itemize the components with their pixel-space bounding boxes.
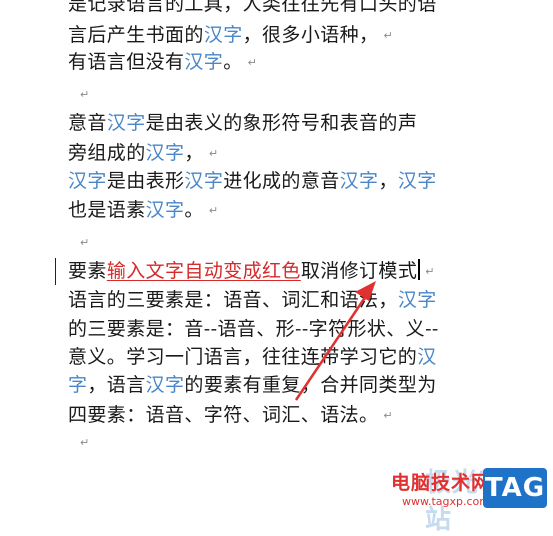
tag-logo: TAG <box>483 468 547 508</box>
text-run: 也是语素 <box>68 199 146 221</box>
empty-paragraph-mark-icon: ↵ <box>80 88 90 101</box>
text-run: 有语言但没有 <box>68 51 185 73</box>
highlighted-term: 汉字 <box>339 170 379 192</box>
text-run: 意音 <box>68 112 107 134</box>
tracked-insertion: 输入文字自动变成红色 <box>106 260 301 282</box>
text-line[interactable]: 意音汉字是由表义的象形符号和表音的声 <box>68 110 417 136</box>
text-run: 言后产生书面的 <box>68 24 204 46</box>
text-line[interactable]: 要素输入文字自动变成红色取消修订模式 ↵ <box>68 258 434 284</box>
text-run: ， <box>378 170 398 192</box>
empty-paragraph-mark-icon: ↵ <box>80 436 90 449</box>
highlighted-term: 汉字 <box>184 170 224 192</box>
text-run: 的三要素是：音--语音、形--字符形状、义-- <box>68 318 439 340</box>
paragraph-mark-icon: ↵ <box>208 147 219 160</box>
text-run: 旁组成的 <box>68 142 146 164</box>
text-line[interactable]: 有语言但没有汉字。 ↵ <box>68 49 257 75</box>
empty-paragraph-mark-icon: ↵ <box>80 236 90 249</box>
highlighted-term: 汉字 <box>397 170 437 192</box>
paragraph-mark-icon: ↵ <box>247 56 257 69</box>
text-line[interactable]: 语言的三要素是：语音、词汇和语法，汉字 <box>68 287 437 313</box>
document-page[interactable]: 是记录语言的工具，人类往往先有口头的语 言后产生书面的汉字，很多小语种， ↵ 有语言但… <box>0 0 553 513</box>
text-line[interactable]: 汉字是由表形汉字进化成的意音汉字，汉字 <box>68 168 437 194</box>
text-line[interactable]: 四要素：语音、字符、词汇、语法。 ↵ <box>68 402 393 428</box>
highlighted-term: 汉字 <box>184 51 224 73</box>
text-run: ，语言 <box>87 374 146 396</box>
highlighted-term: 汉字 <box>145 374 185 396</box>
paragraph-mark-icon: ↵ <box>383 409 393 422</box>
text-line[interactable]: 是记录语言的工具，人类往往先有口头的语 <box>68 0 437 17</box>
highlighted-term: 汉字 <box>397 289 437 311</box>
text-run: 。 <box>184 199 204 221</box>
text-run: 是由表义的象形符号和表音的声 <box>145 112 418 134</box>
text-line[interactable]: 旁组成的汉字， ↵ <box>68 140 218 166</box>
paragraph-mark-icon: ↵ <box>208 204 219 217</box>
highlighted-term: 汉字 <box>145 142 185 164</box>
text-run: 进化成的意音 <box>223 170 340 192</box>
text-run: 。 <box>223 51 243 73</box>
watermark-site-url: www.tagxp.com <box>402 495 490 508</box>
text-run: ， <box>184 142 204 164</box>
text-run: 意义。学习一门语言，往往连带学习它的 <box>68 346 418 368</box>
revision-change-bar <box>55 258 56 285</box>
text-cursor <box>418 259 421 280</box>
highlighted-term: 汉 <box>417 346 437 368</box>
text-run: 是由表形 <box>106 170 185 192</box>
paragraph-mark-icon: ↵ <box>383 29 393 42</box>
text-run: 要素 <box>68 260 107 282</box>
text-line[interactable]: 言后产生书面的汉字，很多小语种， ↵ <box>68 22 393 48</box>
text-line[interactable]: 字，语言汉字的要素有重复，合并同类型为 <box>68 372 437 398</box>
highlighted-term: 汉字 <box>203 24 243 46</box>
text-line[interactable]: 的三要素是：音--语音、形--字符形状、义-- <box>68 316 439 342</box>
highlighted-term: 汉字 <box>145 199 185 221</box>
text-run: ，很多小语种， <box>242 24 379 46</box>
highlighted-term: 汉字 <box>106 112 146 134</box>
text-run: 语言的三要素是：语音、词汇和语法， <box>68 289 398 311</box>
text-line[interactable]: 意义。学习一门语言，往往连带学习它的汉 <box>68 344 437 370</box>
paragraph-mark-icon: ↵ <box>425 265 435 278</box>
text-line[interactable]: 也是语素汉字。 ↵ <box>68 197 218 223</box>
text-run: 的要素有重复，合并同类型为 <box>184 374 437 396</box>
watermark-site-name: 电脑技术网 <box>391 472 492 494</box>
text-run: 是记录语言的工具，人类往往先有口头的语 <box>68 0 437 15</box>
text-run: 四要素：语音、字符、词汇、语法。 <box>68 404 379 426</box>
highlighted-term: 汉字 <box>68 170 107 192</box>
highlighted-term: 字 <box>68 374 88 396</box>
text-run: 取消修订模式 <box>300 260 418 282</box>
